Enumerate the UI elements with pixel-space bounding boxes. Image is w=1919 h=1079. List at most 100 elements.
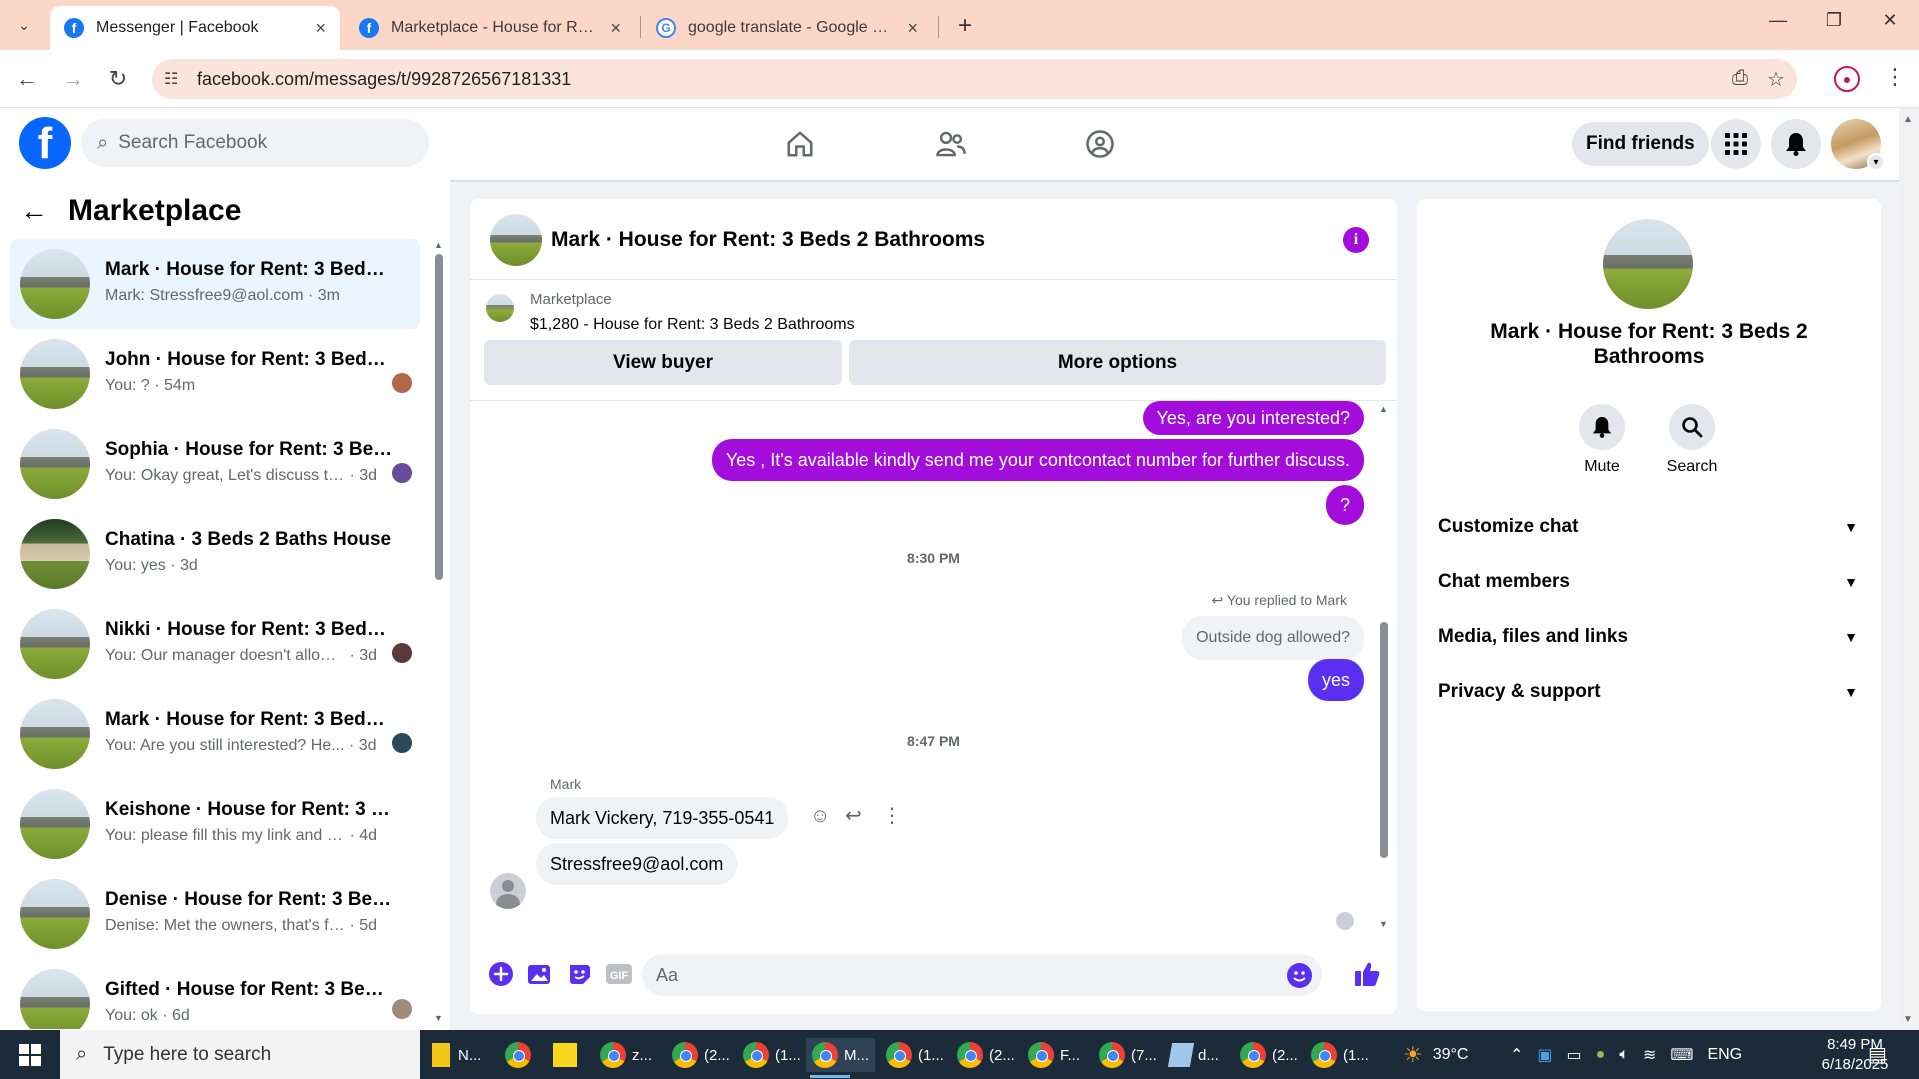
incoming-message[interactable]: Stressfree9@aol.com	[536, 843, 738, 885]
taskbar-app-chrome[interactable]: (7...	[1099, 1038, 1157, 1072]
taskbar-app-chrome[interactable]: (1...	[743, 1038, 801, 1072]
conversation-item[interactable]: Denise · House for Rent: 3 Beds 2 Bathro…	[10, 869, 420, 959]
close-tab-icon[interactable]: ×	[315, 18, 326, 39]
outgoing-message[interactable]: Yes , It's available kindly send me your…	[711, 439, 1364, 481]
tray-app-icon[interactable]: ▣	[1537, 1045, 1552, 1065]
tab-search-button[interactable]: ⌄	[8, 12, 40, 38]
outgoing-message[interactable]: Yes, are you interested?	[1142, 401, 1364, 435]
sticker-icon[interactable]	[566, 960, 594, 988]
taskbar-app-chrome[interactable]: F...	[1028, 1038, 1080, 1072]
scrollbar-thumb[interactable]	[435, 254, 443, 580]
taskbar-app-chrome[interactable]	[505, 1038, 537, 1072]
menu-grid-icon[interactable]	[1711, 119, 1761, 169]
scroll-up-arrow-icon[interactable]: ▲	[1903, 114, 1913, 125]
chat-title[interactable]: Mark · House for Rent: 3 Beds 2 Bathroom…	[551, 228, 985, 252]
listing-title[interactable]: $1,280 - House for Rent: 3 Beds 2 Bathro…	[530, 316, 855, 334]
language-indicator[interactable]: ENG	[1707, 1046, 1742, 1064]
message-input-wrapper[interactable]	[642, 954, 1322, 996]
windows-start-icon[interactable]	[0, 1030, 60, 1079]
sender-avatar[interactable]	[490, 873, 526, 909]
outgoing-message[interactable]: yes	[1307, 659, 1364, 701]
friends-icon[interactable]	[929, 124, 973, 164]
facebook-search-input[interactable]	[118, 132, 399, 154]
chat-members-section[interactable]: Chat members ▼	[1438, 562, 1858, 602]
info-icon[interactable]: i	[1343, 227, 1369, 253]
find-friends-button[interactable]: Find friends	[1572, 122, 1709, 166]
facebook-logo-icon[interactable]: f	[19, 117, 71, 169]
keyboard-icon[interactable]: ⌨︎	[1670, 1045, 1693, 1065]
weather-widget[interactable]: ☀ 39°C	[1403, 1030, 1468, 1079]
close-tab-icon[interactable]: ×	[907, 18, 918, 39]
taskbar-app-chrome[interactable]: (2...	[672, 1038, 730, 1072]
conversation-item[interactable]: Mark · House for Rent: 3 Beds 2 Bathroom…	[10, 239, 420, 329]
chat-listing-avatar[interactable]	[490, 214, 542, 266]
new-tab-icon[interactable]: +	[950, 12, 980, 40]
quoted-message[interactable]: Outside dog allowed?	[1182, 616, 1364, 660]
chat-scrollbar[interactable]: ▲ ▼	[1378, 404, 1390, 944]
restore-icon[interactable]: ❐	[1814, 10, 1854, 31]
media-files-links-section[interactable]: Media, files and links ▼	[1438, 617, 1858, 657]
install-app-icon[interactable]: ⎙	[1732, 67, 1748, 90]
scroll-up-arrow-icon[interactable]: ▲	[434, 240, 443, 250]
taskbar-app-chrome[interactable]: (2...	[1240, 1038, 1298, 1072]
scrollbar-thumb[interactable]	[1380, 622, 1388, 858]
scroll-down-arrow-icon[interactable]: ▼	[1379, 919, 1388, 929]
gif-icon[interactable]: GIF	[605, 960, 633, 988]
tray-chevron-up-icon[interactable]: ⌃	[1510, 1045, 1523, 1065]
browser-profile-icon[interactable]: ●	[1834, 66, 1860, 92]
back-icon[interactable]: ←	[12, 64, 42, 94]
taskbar-app-notes[interactable]: N...	[432, 1038, 481, 1072]
tray-status-icon[interactable]: ●	[1596, 1046, 1606, 1064]
browser-menu-icon[interactable]: ⋮	[1884, 64, 1906, 90]
view-buyer-button[interactable]: View buyer	[484, 340, 842, 385]
scroll-down-arrow-icon[interactable]: ▼	[1903, 1014, 1913, 1025]
taskbar-app-chrome[interactable]: (1...	[886, 1038, 944, 1072]
taskbar-app-chrome-active[interactable]: M...	[806, 1038, 875, 1078]
taskbar-app-notepad[interactable]: d...	[1167, 1038, 1219, 1072]
site-info-icon[interactable]: ☷	[164, 69, 178, 89]
account-avatar[interactable]: ▾	[1831, 119, 1885, 171]
conversation-list-scrollbar[interactable]: ▲ ▼	[434, 240, 444, 1023]
message-input[interactable]	[656, 964, 1256, 986]
photo-icon[interactable]	[526, 960, 554, 988]
search-icon[interactable]	[1669, 404, 1715, 450]
url-omnibox[interactable]: ☷ facebook.com/messages/t/99287265671813…	[152, 59, 1797, 99]
customize-chat-section[interactable]: Customize chat ▼	[1438, 507, 1858, 547]
mute-bell-icon[interactable]	[1579, 404, 1625, 450]
react-icon[interactable]: ☺	[810, 805, 830, 828]
outgoing-message[interactable]: ?	[1326, 485, 1364, 525]
home-icon[interactable]	[778, 124, 822, 164]
close-window-icon[interactable]: ✕	[1870, 10, 1910, 31]
facebook-search[interactable]: ⌕	[81, 119, 429, 167]
notification-center-icon[interactable]: ▤	[1868, 1030, 1887, 1079]
taskbar-app-chrome[interactable]: (1...	[1311, 1038, 1369, 1072]
taskbar-app-sticky-notes[interactable]	[553, 1038, 577, 1072]
add-plus-icon[interactable]	[487, 960, 515, 988]
more-actions-icon[interactable]: ⋮	[882, 803, 902, 828]
mute-action[interactable]: Mute	[1557, 404, 1647, 476]
reply-icon[interactable]: ↩	[845, 803, 862, 828]
reload-icon[interactable]: ↻	[103, 64, 133, 94]
search-action[interactable]: Search	[1647, 404, 1737, 476]
minimize-icon[interactable]: —	[1758, 10, 1798, 31]
thumbs-up-icon[interactable]	[1353, 960, 1381, 993]
url-text[interactable]: facebook.com/messages/t/9928726567181331	[197, 69, 571, 90]
volume-icon[interactable]: 🔈︎	[1619, 1046, 1629, 1064]
details-avatar[interactable]	[1603, 219, 1693, 309]
taskbar-app-chrome[interactable]: z...	[600, 1038, 652, 1072]
tab-marketplace[interactable]: f Marketplace - House for Rent: 3 ×	[345, 6, 635, 50]
incoming-message[interactable]: Mark Vickery, 719-355-0541	[536, 797, 789, 839]
groups-icon[interactable]	[1078, 124, 1122, 164]
bookmark-star-icon[interactable]: ☆	[1767, 67, 1785, 92]
emoji-icon[interactable]	[1287, 963, 1312, 988]
more-options-button[interactable]: More options	[849, 340, 1386, 385]
back-arrow-icon[interactable]: ←	[20, 195, 48, 227]
close-tab-icon[interactable]: ×	[610, 18, 621, 39]
notifications-bell-icon[interactable]	[1771, 119, 1821, 169]
conversation-item[interactable]: Keishone · House for Rent: 3 Beds 2 Bath…	[10, 779, 420, 869]
tab-messenger[interactable]: f Messenger | Facebook ×	[50, 6, 340, 50]
battery-icon[interactable]: ▭	[1567, 1045, 1582, 1065]
conversation-item[interactable]: Gifted · House for Rent: 3 Beds 2 Bathro…	[10, 959, 420, 1029]
privacy-support-section[interactable]: Privacy & support ▼	[1438, 672, 1858, 712]
tab-google-translate[interactable]: G google translate - Google Search ×	[642, 6, 932, 50]
